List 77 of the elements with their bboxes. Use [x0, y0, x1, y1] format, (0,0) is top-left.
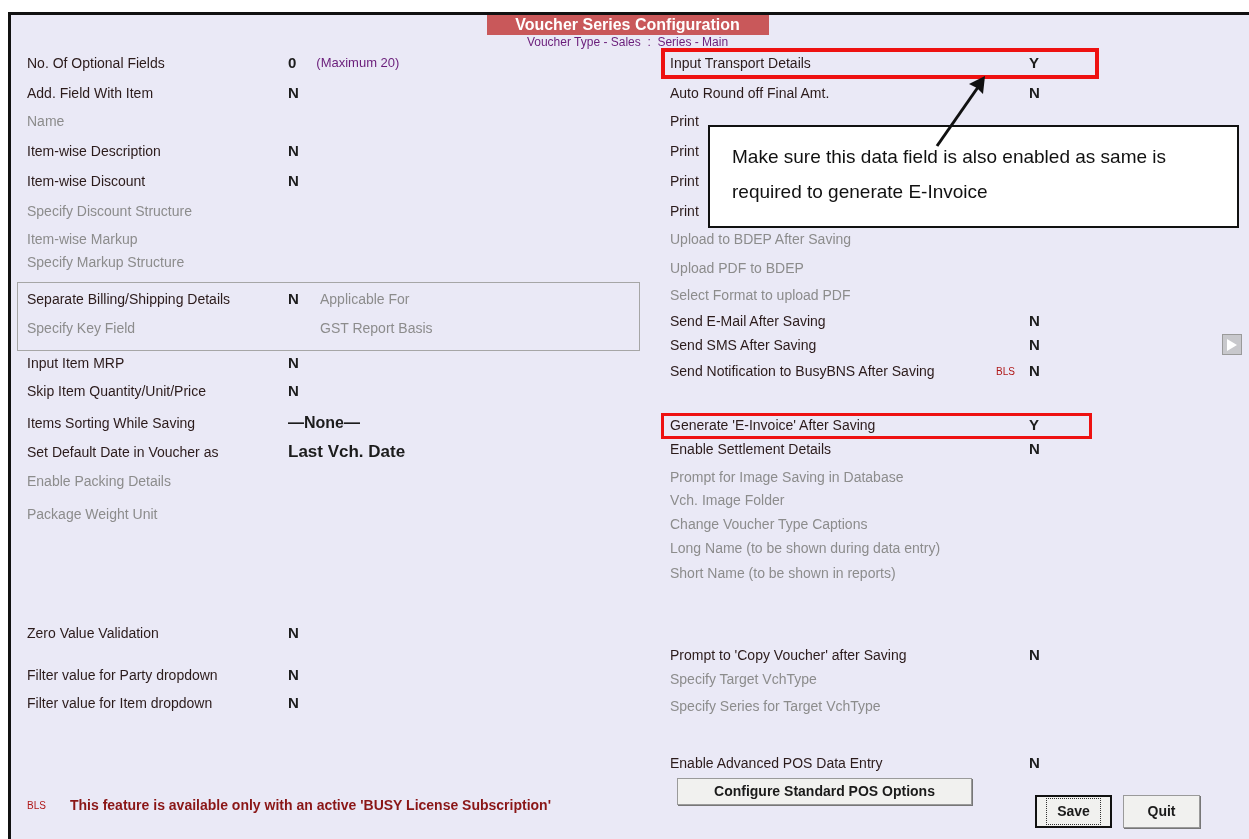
next-page-button[interactable] — [1222, 334, 1242, 355]
field-label: Specify Key Field — [27, 318, 137, 338]
field-value[interactable]: —None— — [288, 411, 360, 435]
field-label: No. Of Optional Fields — [27, 53, 166, 73]
field-value[interactable]: Y — [1029, 51, 1039, 75]
field-label: Specify Markup Structure — [27, 252, 186, 272]
field-label: Vch. Image Folder — [670, 490, 785, 510]
field-value[interactable]: Y — [1029, 413, 1039, 437]
field-value[interactable]: N — [1029, 359, 1040, 383]
field-value[interactable]: N — [1029, 751, 1040, 775]
field-value[interactable]: N — [1029, 437, 1040, 461]
field-value[interactable]: N — [288, 379, 299, 403]
field-value[interactable]: N — [288, 290, 299, 307]
field-label: Print — [670, 171, 699, 191]
field-label: GST Report Basis — [320, 318, 433, 338]
field-label: Enable Packing Details — [27, 471, 172, 491]
field-label: Upload PDF to BDEP — [670, 258, 804, 278]
field-label: Prompt for Image Saving in Database — [670, 467, 904, 487]
field-label: Change Voucher Type Captions — [670, 514, 868, 534]
field-label: Package Weight Unit — [27, 504, 159, 524]
field-label: Print — [670, 111, 699, 131]
field-value[interactable]: N — [1029, 81, 1040, 105]
field-value[interactable]: N — [288, 81, 299, 105]
callout-text: Make sure this data field is also enabled as same is required to generate E-Invoice — [732, 145, 1168, 204]
field-note: (Maximum 20) — [316, 54, 400, 73]
field-label: Input Transport Details — [670, 53, 811, 73]
field-label: Items Sorting While Saving — [27, 413, 197, 433]
field-label: Item-wise Description — [27, 141, 162, 161]
field-value[interactable]: 0 — [288, 51, 297, 75]
field-label: Zero Value Validation — [27, 623, 160, 643]
field-value[interactable]: N — [288, 169, 299, 193]
field-value[interactable]: N — [1029, 643, 1040, 667]
field-label: Name — [27, 111, 66, 131]
dialog-subtitle: Voucher Type - Sales : Series - Main — [526, 36, 729, 48]
field-label: Generate 'E-Invoice' After Saving — [670, 415, 876, 435]
field-label: Set Default Date in Voucher as — [27, 442, 220, 462]
dialog-title: Voucher Series Configuration — [486, 15, 769, 35]
field-label: Add. Field With Item — [27, 83, 155, 103]
field-label: Input Item MRP — [27, 353, 126, 373]
field-label: Skip Item Quantity/Unit/Price — [27, 381, 207, 401]
field-label: Upload to BDEP After Saving — [670, 229, 852, 249]
field-label: Send Notification to BusyBNS After Saving — [670, 361, 935, 381]
field-label: Enable Advanced POS Data Entry — [670, 753, 883, 773]
field-label: Separate Billing/Shipping Details — [27, 289, 232, 309]
field-label: Auto Round off Final Amt. — [670, 83, 830, 103]
field-label: Applicable For — [320, 289, 410, 309]
field-label: Short Name (to be shown in reports) — [670, 563, 896, 583]
play-icon — [1227, 338, 1237, 351]
field-value[interactable]: N — [288, 621, 299, 645]
bls-tag: BLS — [996, 363, 1015, 379]
field-value[interactable]: N — [1029, 333, 1040, 357]
field-label: Send SMS After Saving — [670, 335, 817, 355]
field-label: Send E-Mail After Saving — [670, 311, 826, 331]
field-label: Item-wise Markup — [27, 229, 139, 249]
field-label: Item-wise Discount — [27, 171, 147, 191]
field-label: Filter value for Party dropdown — [27, 665, 219, 685]
field-value[interactable]: N — [288, 663, 299, 687]
field-label: Select Format to upload PDF — [670, 285, 851, 305]
field-value[interactable]: N — [1029, 309, 1040, 333]
field-value[interactable]: N — [288, 691, 299, 715]
field-label: Prompt to 'Copy Voucher' after Saving — [670, 645, 907, 665]
field-label: Specify Discount Structure — [27, 201, 193, 221]
dialog-button[interactable]: Save — [1035, 795, 1112, 828]
field-label: Filter value for Item dropdown — [27, 693, 214, 713]
field-label: Print — [670, 141, 699, 161]
field-label: Specify Series for Target VchType — [670, 696, 881, 716]
field-value[interactable]: Last Vch. Date — [288, 439, 406, 465]
bls-tag: BLS — [27, 797, 70, 813]
field-label: Long Name (to be shown during data entry) — [670, 538, 941, 558]
field-label: Print — [670, 201, 699, 221]
dialog-button[interactable]: Quit — [1123, 795, 1200, 828]
license-note: This feature is available only with an active 'BUSY License Subscription' — [70, 795, 551, 815]
field-value[interactable]: N — [288, 351, 299, 375]
field-label: Enable Settlement Details — [670, 439, 832, 459]
field-value[interactable]: N — [288, 139, 299, 163]
configure-button[interactable]: Configure Standard POS Options — [677, 778, 972, 805]
field-label: Specify Target VchType — [670, 669, 817, 689]
